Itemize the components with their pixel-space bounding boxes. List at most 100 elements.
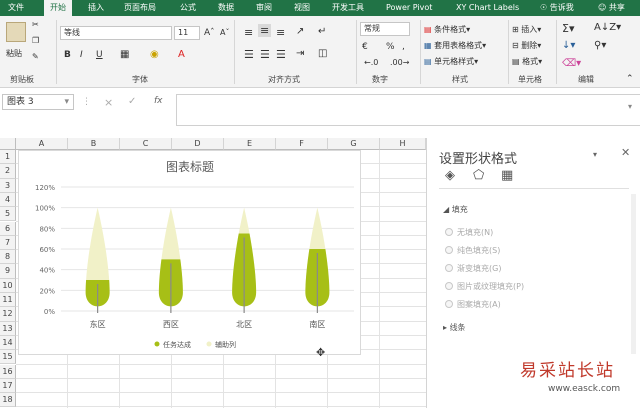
size-properties-icon[interactable]: ▦ — [501, 168, 513, 183]
align-left-icon[interactable]: ☰ — [244, 48, 254, 61]
align-middle-icon[interactable]: ≡ — [258, 24, 272, 37]
row-header-3[interactable]: 3 — [0, 178, 16, 193]
row-header-2[interactable]: 2 — [0, 164, 16, 179]
font-size-dropdown[interactable]: 11 — [174, 26, 200, 40]
column-header-c[interactable]: C — [120, 138, 172, 150]
row-header-16[interactable]: 16 — [0, 364, 16, 379]
row-header-10[interactable]: 10 — [0, 278, 16, 293]
share-button[interactable]: ☺ 共享 — [598, 0, 625, 16]
row-header-15[interactable]: 15 — [0, 350, 16, 365]
font-color-icon[interactable]: A — [178, 49, 185, 60]
accounting-icon[interactable]: € — [362, 42, 368, 52]
paste-icon[interactable] — [6, 22, 26, 42]
format-cells-button[interactable]: ▤ 格式▾ — [512, 56, 542, 67]
conditional-format-button[interactable]: ▤ 条件格式▾ — [424, 24, 470, 35]
cancel-icon[interactable]: × — [104, 96, 113, 109]
find-select-icon[interactable]: ⚲▾ — [594, 40, 606, 51]
fill-section-toggle[interactable]: ◢ 填充 — [443, 204, 468, 215]
tab-home[interactable]: 开始 — [44, 0, 72, 16]
wrap-text-icon[interactable]: ↵ — [318, 26, 326, 37]
paste-button[interactable]: 粘贴 — [6, 48, 22, 59]
sort-filter-icon[interactable]: A↓Z▾ — [594, 22, 621, 33]
tab-xy-chart-labels[interactable]: XY Chart Labels — [456, 0, 519, 16]
italic-icon[interactable]: I — [80, 50, 83, 60]
row-header-12[interactable]: 12 — [0, 307, 16, 322]
orientation-icon[interactable]: ↗ — [296, 26, 304, 37]
radio-pattern-fill[interactable] — [445, 300, 453, 308]
autosum-icon[interactable]: Σ▾ — [562, 22, 574, 35]
comma-icon[interactable]: , — [402, 42, 405, 52]
row-header-11[interactable]: 11 — [0, 293, 16, 308]
fill-icon[interactable]: ↓▾ — [562, 40, 575, 51]
format-as-table-button[interactable]: ▦ 套用表格格式▾ — [424, 40, 486, 51]
row-header-14[interactable]: 14 — [0, 335, 16, 351]
row-header-17[interactable]: 17 — [0, 378, 16, 394]
tab-data[interactable]: 数据 — [218, 0, 234, 16]
select-all-corner[interactable] — [0, 138, 16, 150]
row-header-9[interactable]: 9 — [0, 264, 16, 279]
row-header-4[interactable]: 4 — [0, 192, 16, 208]
formula-input[interactable] — [176, 94, 640, 126]
row-header-1[interactable]: 1 — [0, 150, 16, 165]
percent-icon[interactable]: % — [386, 42, 395, 52]
clear-icon[interactable]: ⌫▾ — [562, 58, 581, 69]
tab-file[interactable]: 文件 — [8, 0, 24, 16]
cell-styles-button[interactable]: ▤ 单元格样式▾ — [424, 56, 478, 67]
column-header-f[interactable]: F — [276, 138, 328, 150]
indent-icon[interactable]: ⇥ — [296, 48, 304, 59]
merge-center-icon[interactable]: ◫ — [318, 48, 327, 59]
underline-icon[interactable]: U — [96, 50, 103, 60]
column-header-h[interactable]: H — [380, 138, 426, 150]
name-box[interactable]: 图表 3 ▾ — [2, 94, 74, 110]
effects-icon[interactable]: ⬠ — [473, 168, 484, 183]
collapse-ribbon-icon[interactable]: ⌃ — [626, 74, 634, 84]
decrease-decimal-icon[interactable]: .00→ — [390, 58, 409, 67]
fill-color-icon[interactable]: ◉ — [150, 49, 159, 60]
option-pattern-fill[interactable]: 图案填充(A) — [457, 299, 501, 310]
tab-insert[interactable]: 插入 — [88, 0, 104, 16]
column-header-b[interactable]: B — [68, 138, 120, 150]
tab-page-layout[interactable]: 页面布局 — [124, 0, 156, 16]
row-header-18[interactable]: 18 — [0, 393, 16, 408]
row-header-5[interactable]: 5 — [0, 207, 16, 222]
column-header-a[interactable]: A — [16, 138, 68, 150]
column-header-d[interactable]: D — [172, 138, 224, 150]
align-center-icon[interactable]: ☰ — [260, 48, 270, 61]
option-solid-fill[interactable]: 纯色填充(S) — [457, 245, 500, 256]
copy-icon[interactable]: ❐ — [32, 36, 39, 45]
tab-formulas[interactable]: 公式 — [180, 0, 196, 16]
enter-icon[interactable]: ✓ — [128, 96, 136, 107]
insert-function-icon[interactable]: fx — [154, 96, 163, 106]
tell-me-button[interactable]: ☉ 告诉我 — [540, 0, 574, 16]
insert-cells-button[interactable]: ⊞ 插入▾ — [512, 24, 541, 35]
tab-developer[interactable]: 开发工具 — [332, 0, 364, 16]
row-header-7[interactable]: 7 — [0, 235, 16, 251]
align-bottom-icon[interactable]: ≡ — [276, 26, 285, 39]
bold-icon[interactable]: B — [64, 50, 71, 60]
grow-font-icon[interactable]: Aˆ — [204, 28, 215, 38]
delete-cells-button[interactable]: ⊟ 删除▾ — [512, 40, 541, 51]
row-header-6[interactable]: 6 — [0, 221, 16, 236]
row-header-8[interactable]: 8 — [0, 250, 16, 265]
line-section-toggle[interactable]: ▸ 线条 — [443, 322, 466, 333]
font-name-dropdown[interactable]: 等线 — [60, 26, 172, 40]
expand-formula-icon[interactable]: ▾ — [628, 102, 632, 111]
radio-no-fill[interactable] — [445, 228, 453, 236]
tab-power-pivot[interactable]: Power Pivot — [386, 0, 432, 16]
close-icon[interactable]: ✕ — [621, 146, 630, 159]
row-header-13[interactable]: 13 — [0, 321, 16, 336]
column-header-e[interactable]: E — [224, 138, 276, 150]
shrink-font-icon[interactable]: Aˇ — [220, 28, 229, 37]
cut-icon[interactable]: ✂ — [32, 20, 39, 29]
option-no-fill[interactable]: 无填充(N) — [457, 227, 493, 238]
column-header-g[interactable]: G — [328, 138, 380, 150]
align-top-icon[interactable]: ≡ — [244, 26, 253, 39]
option-gradient-fill[interactable]: 渐变填充(G) — [457, 263, 501, 274]
radio-picture-fill[interactable] — [445, 282, 453, 290]
radio-gradient-fill[interactable] — [445, 264, 453, 272]
tab-view[interactable]: 视图 — [294, 0, 310, 16]
align-right-icon[interactable]: ☰ — [276, 48, 286, 61]
number-format-dropdown[interactable]: 常规 — [360, 22, 410, 36]
format-painter-icon[interactable]: ✎ — [32, 52, 39, 61]
fill-line-icon[interactable]: ◈ — [445, 168, 455, 183]
